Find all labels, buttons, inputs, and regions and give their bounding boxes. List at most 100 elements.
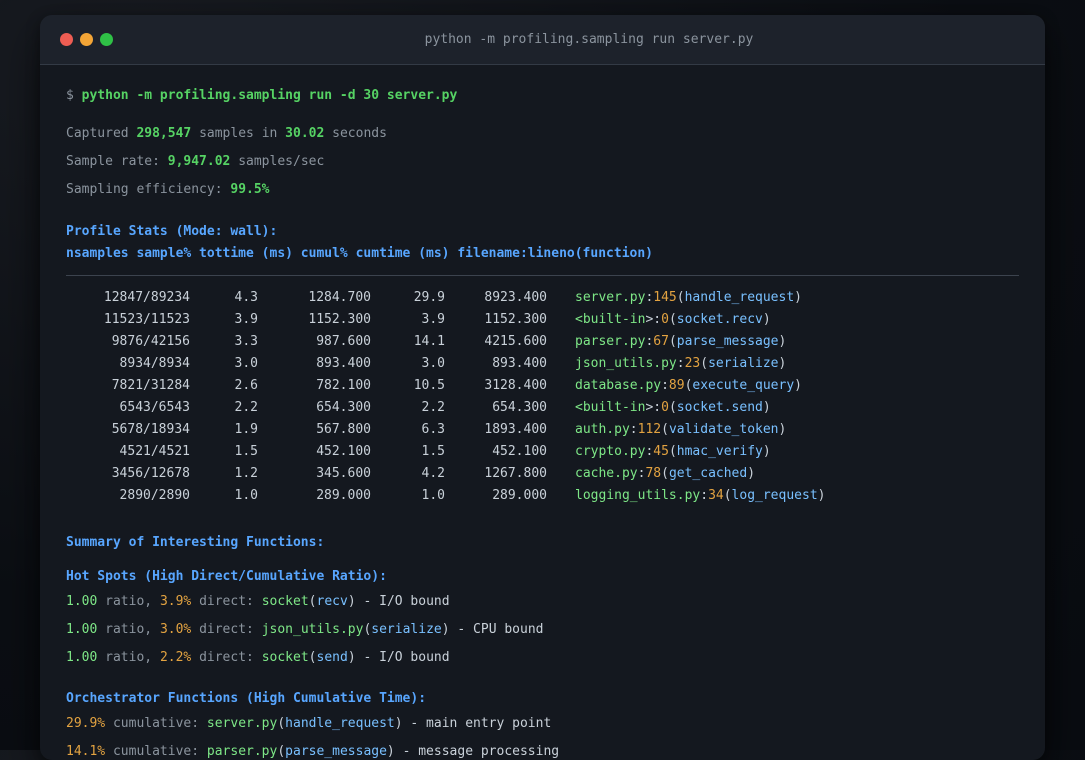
table-divider: [66, 275, 1019, 276]
efficiency-line: Sampling efficiency: 99.5%: [66, 182, 270, 197]
capture-seconds: 30.02: [285, 126, 325, 141]
cumtime-cell: 1152.300: [484, 312, 547, 327]
bound-note: - CPU bound: [449, 622, 544, 637]
cumtime-cell: 4215.600: [484, 334, 547, 349]
location-cell: crypto.py:45(hmac_verify): [575, 444, 771, 459]
location-cell: json_utils.py:23(serialize): [575, 356, 787, 371]
bound-note: - I/O bound: [355, 594, 450, 609]
shell-prompt: $: [66, 88, 82, 103]
nsamples-cell: 5678/18934: [111, 422, 190, 437]
cumul-pct-cell: 1.5: [421, 444, 445, 459]
cumtime-cell: 3128.400: [484, 378, 547, 393]
efficiency-value: 99.5%: [230, 182, 270, 197]
ratio-value: 1.00: [66, 622, 98, 637]
profile-stats-heading: Profile Stats (Mode: wall):: [66, 224, 278, 239]
sample-pct-cell: 3.3: [234, 334, 258, 349]
table-row: 4521/4521 1.5 452.100 1.5 452.100 crypto.py:4…: [66, 441, 1019, 463]
nsamples-cell: 4521/4521: [119, 444, 190, 459]
location-cell: <built-in>:0(socket.send): [575, 400, 771, 415]
sample-pct-cell: 4.3: [234, 290, 258, 305]
nsamples-cell: 8934/8934: [119, 356, 190, 371]
tottime-cell: 452.100: [316, 444, 371, 459]
table-row: 8934/8934 3.0 893.400 3.0 893.400 json_utils.…: [66, 353, 1019, 375]
direct-pct: 3.0%: [159, 622, 192, 637]
orchestrator-item: 29.9% cumulative: server.py(handle_reque…: [66, 716, 552, 731]
nsamples-cell: 11523/11523: [103, 312, 190, 327]
orchestrator-note: - main entry point: [402, 716, 552, 731]
direct-pct: 2.2%: [159, 650, 192, 665]
tottime-cell: 289.000: [316, 488, 371, 503]
tottime-cell: 567.800: [316, 422, 371, 437]
minimize-button[interactable]: [80, 33, 93, 46]
table-row: 9876/42156 3.3 987.600 14.1 4215.600 parser.p…: [66, 331, 1019, 353]
sample-pct-cell: 1.9: [234, 422, 258, 437]
sample-pct-cell: 2.6: [234, 378, 258, 393]
location-cell: parser.py:67(parse_message): [575, 334, 787, 349]
hot-spot-item: 1.00 ratio, 3.9% direct: socket(recv) - …: [66, 594, 450, 609]
location-cell: auth.py:112(validate_token): [575, 422, 787, 437]
location-cell: database.py:89(execute_query): [575, 378, 802, 393]
nsamples-cell: 3456/12678: [111, 466, 190, 481]
cumul-pct-cell: 29.9: [413, 290, 445, 305]
summary-heading: Summary of Interesting Functions:: [66, 535, 325, 550]
command-line: $ python -m profiling.sampling run -d 30…: [66, 85, 1019, 107]
nsamples-cell: 7821/31284: [111, 378, 190, 393]
location-cell: cache.py:78(get_cached): [575, 466, 756, 481]
cumtime-cell: 1267.800: [484, 466, 547, 481]
sample-pct-cell: 1.5: [234, 444, 258, 459]
location-cell: server.py:145(handle_request): [575, 290, 802, 305]
table-row: 7821/31284 2.6 782.100 10.5 3128.400 database…: [66, 375, 1019, 397]
table-columns-header: nsamples sample% tottime (ms) cumul% cum…: [66, 246, 653, 261]
cumul-pct-cell: 10.5: [413, 378, 445, 393]
cumul-pct-cell: 3.0: [421, 356, 445, 371]
terminal-window: python -m profiling.sampling run server.…: [40, 15, 1045, 760]
close-button[interactable]: [60, 33, 73, 46]
tottime-cell: 987.600: [316, 334, 371, 349]
tottime-cell: 1152.300: [308, 312, 371, 327]
hot-spot-item: 1.00 ratio, 3.0% direct: json_utils.py(s…: [66, 622, 544, 637]
cumul-pct-cell: 3.9: [421, 312, 445, 327]
captured-line: Captured 298,547 samples in 30.02 second…: [66, 126, 387, 141]
cumtime-cell: 1893.400: [484, 422, 547, 437]
orchestrator-heading: Orchestrator Functions (High Cumulative …: [66, 691, 427, 706]
table-row: 3456/12678 1.2 345.600 4.2 1267.800 cache.py:…: [66, 463, 1019, 485]
tottime-cell: 893.400: [316, 356, 371, 371]
location-cell: logging_utils.py:34(log_request): [575, 488, 826, 503]
titlebar[interactable]: python -m profiling.sampling run server.…: [40, 15, 1045, 65]
nsamples-cell: 2890/2890: [119, 488, 190, 503]
nsamples-cell: 6543/6543: [119, 400, 190, 415]
window-title: python -m profiling.sampling run server.…: [424, 32, 754, 47]
cumul-pct-cell: 4.2: [421, 466, 445, 481]
cumtime-cell: 8923.400: [484, 290, 547, 305]
cumul-pct-cell: 14.1: [413, 334, 445, 349]
terminal-content[interactable]: $ python -m profiling.sampling run -d 30…: [40, 65, 1045, 760]
sample-pct-cell: 3.9: [234, 312, 258, 327]
table-row: 11523/11523 3.9 1152.300 3.9 1152.300 <built-…: [66, 309, 1019, 331]
direct-pct: 3.9%: [159, 594, 192, 609]
ratio-value: 1.00: [66, 594, 98, 609]
samples-count: 298,547: [136, 126, 192, 141]
table-row: 5678/18934 1.9 567.800 6.3 1893.400 auth.py:1…: [66, 419, 1019, 441]
cumtime-cell: 289.000: [492, 488, 547, 503]
cumul-pct-cell: 2.2: [421, 400, 445, 415]
tottime-cell: 782.100: [316, 378, 371, 393]
hot-spots-heading: Hot Spots (High Direct/Cumulative Ratio)…: [66, 569, 387, 584]
command-text: python -m profiling.sampling run -d 30 s…: [81, 88, 458, 103]
sample-rate-line: Sample rate: 9,947.02 samples/sec: [66, 154, 325, 169]
cumulative-pct: 14.1%: [66, 744, 106, 759]
orchestrator-note: - message processing: [394, 744, 560, 759]
sample-pct-cell: 2.2: [234, 400, 258, 415]
bound-note: - I/O bound: [355, 650, 450, 665]
location-cell: <built-in>:0(socket.recv): [575, 312, 771, 327]
sample-pct-cell: 1.0: [234, 488, 258, 503]
tottime-cell: 654.300: [316, 400, 371, 415]
cumtime-cell: 452.100: [492, 444, 547, 459]
tottime-cell: 1284.700: [308, 290, 371, 305]
cumtime-cell: 893.400: [492, 356, 547, 371]
sample-rate-value: 9,947.02: [167, 154, 231, 169]
table-row: 12847/89234 4.3 1284.700 29.9 8923.400 server…: [66, 287, 1019, 309]
maximize-button[interactable]: [100, 33, 113, 46]
nsamples-cell: 9876/42156: [111, 334, 190, 349]
table-row: 2890/2890 1.0 289.000 1.0 289.000 logging_uti…: [66, 485, 1019, 507]
cumulative-pct: 29.9%: [66, 716, 106, 731]
